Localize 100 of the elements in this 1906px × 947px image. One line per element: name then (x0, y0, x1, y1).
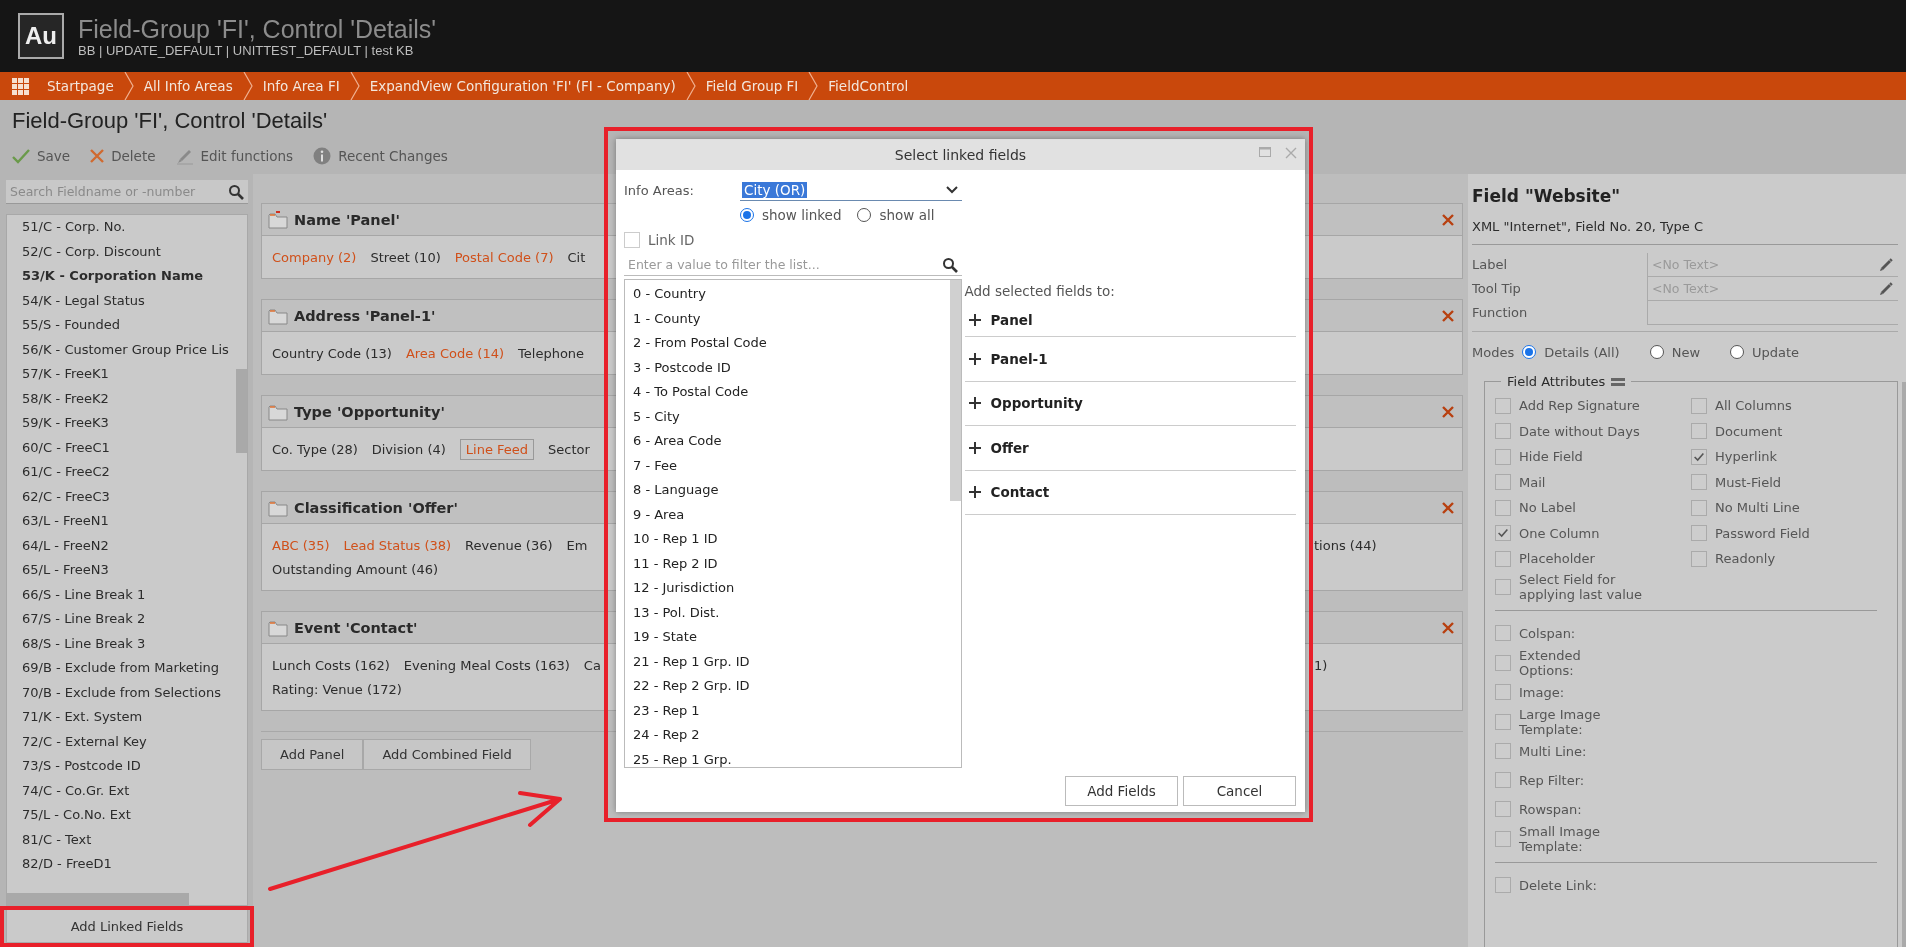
checkbox[interactable] (1495, 743, 1511, 759)
list-item[interactable]: 19 - State (625, 625, 949, 650)
breadcrumb-link[interactable]: FieldControl (826, 78, 911, 94)
list-item[interactable]: 65/L - FreeN3 (7, 558, 235, 583)
field-label[interactable]: Lunch Costs (162) (272, 657, 390, 673)
scrollbar[interactable] (7, 893, 189, 905)
checkbox-label[interactable]: Document (1715, 423, 1845, 439)
checkbox-label[interactable]: All Columns (1715, 398, 1845, 414)
list-item[interactable]: 4 - To Postal Code (625, 380, 949, 405)
list-item[interactable]: 8 - Language (625, 478, 949, 503)
add-linked-fields-button[interactable]: Add Linked Fields (6, 909, 248, 943)
add-button[interactable]: Add Combined Field (363, 739, 531, 770)
list-item[interactable]: 22 - Rep 2 Grp. ID (625, 674, 949, 699)
list-item[interactable]: 54/K - Legal Status (7, 288, 235, 313)
checkbox[interactable] (1691, 448, 1707, 465)
field-label[interactable]: 1) (1314, 657, 1328, 673)
checkbox-label[interactable]: Hyperlink (1715, 449, 1845, 465)
target-panel-item[interactable]: Offer (964, 426, 1296, 471)
apps-icon[interactable] (12, 77, 29, 95)
checkbox[interactable] (1691, 423, 1707, 440)
field-label[interactable]: Rating: Venue (172) (272, 681, 402, 697)
checkbox[interactable] (1495, 550, 1511, 567)
checkbox-label[interactable]: Delete Link: (1519, 877, 1639, 893)
checkbox-label[interactable]: Large Image Template: (1519, 706, 1639, 737)
checkbox[interactable] (1495, 448, 1511, 465)
list-item[interactable]: 72/C - External Key (7, 729, 235, 754)
field-label[interactable]: Division (4) (371, 441, 446, 457)
checkbox-label[interactable]: Rep Filter: (1519, 772, 1639, 788)
toolbar-button[interactable]: Delete (90, 148, 156, 164)
list-item[interactable]: 68/S - Line Break 3 (7, 631, 235, 656)
breadcrumb-link[interactable]: Field Group FI (703, 78, 801, 94)
checkbox-label[interactable]: Mail (1519, 474, 1649, 490)
checkbox-label[interactable]: Image: (1519, 684, 1639, 700)
field-label[interactable]: Co. Type (28) (272, 441, 358, 457)
dialog-button[interactable]: Add Fields (1065, 776, 1178, 806)
scrollbar[interactable] (236, 369, 247, 453)
list-item[interactable]: 53/K - Corporation Name (7, 264, 235, 289)
checkbox[interactable] (1495, 772, 1511, 788)
list-item[interactable]: 62/C - FreeC3 (7, 484, 235, 509)
checkbox-label[interactable]: No Label (1519, 500, 1649, 516)
checkbox-label[interactable]: Must-Field (1715, 474, 1845, 490)
radio-label[interactable]: show all (879, 207, 935, 223)
checkbox[interactable] (1691, 525, 1707, 542)
list-item[interactable]: 13 - Pol. Dist. (625, 600, 949, 625)
scrollbar[interactable] (949, 280, 961, 501)
maximize-icon[interactable] (1259, 147, 1271, 157)
list-item[interactable]: 81/C - Text (7, 827, 235, 852)
radio-button[interactable] (1649, 345, 1664, 359)
radio-button[interactable] (1522, 345, 1537, 359)
checkbox[interactable] (1495, 654, 1511, 671)
list-item[interactable]: 2 - From Postal Code (625, 331, 949, 356)
list-item[interactable]: 63/L - FreeN1 (7, 509, 235, 534)
checkbox-label[interactable]: Date without Days (1519, 423, 1649, 439)
list-item[interactable]: 9 - Area (625, 502, 949, 527)
list-item[interactable]: 74/C - Co.Gr. Ext (7, 778, 235, 803)
close-icon[interactable] (1442, 309, 1454, 322)
field-label[interactable]: Country Code (13) (272, 345, 392, 361)
radio-label[interactable]: show linked (762, 207, 842, 223)
radio-label[interactable]: New (1671, 344, 1701, 360)
checkbox[interactable] (1495, 830, 1511, 847)
checkbox[interactable] (1495, 525, 1511, 542)
scrollbar[interactable] (1902, 382, 1906, 947)
checkbox[interactable] (1495, 474, 1511, 491)
checkbox[interactable] (1691, 550, 1707, 567)
list-item[interactable]: 21 - Rep 1 Grp. ID (625, 649, 949, 674)
radio-button[interactable] (857, 208, 872, 222)
close-icon[interactable] (1442, 213, 1454, 226)
breadcrumb-link[interactable]: Info Area FI (260, 78, 342, 94)
text-field[interactable] (1647, 301, 1898, 325)
checkbox-label[interactable]: Readonly (1715, 551, 1845, 567)
list-item[interactable]: 12 - Jurisdiction (625, 576, 949, 601)
target-panel-item[interactable]: Panel-1 (964, 337, 1296, 382)
list-item[interactable]: 64/L - FreeN2 (7, 533, 235, 558)
checkbox-label[interactable]: One Column (1519, 525, 1649, 541)
bars-icon[interactable] (1611, 377, 1626, 386)
list-item[interactable]: 58/K - FreeK2 (7, 386, 235, 411)
checkbox-label[interactable]: Colspan: (1519, 625, 1639, 641)
list-item[interactable]: 61/C - FreeC2 (7, 460, 235, 485)
list-item[interactable]: 25 - Rep 1 Grp. (625, 747, 949, 767)
checkbox-label[interactable]: Select Field for applying last value (1519, 571, 1649, 602)
checkbox-label[interactable]: Multi Line: (1519, 743, 1639, 759)
checkbox[interactable] (1495, 578, 1511, 595)
field-label[interactable]: Evening Meal Costs (163) (403, 657, 570, 673)
field-label[interactable]: Street (10) (370, 249, 441, 265)
dialog-button[interactable]: Cancel (1183, 776, 1296, 806)
list-item[interactable]: 70/B - Exclude from Selections (7, 680, 235, 705)
list-item[interactable]: 55/S - Founded (7, 313, 235, 338)
toolbar-button[interactable]: Save (12, 148, 71, 164)
radio-label[interactable]: Update (1752, 344, 1800, 360)
radio-button[interactable] (740, 208, 754, 222)
field-label[interactable]: Revenue (36) (465, 537, 553, 553)
radio-button[interactable] (1730, 345, 1745, 359)
list-item[interactable]: 67/S - Line Break 2 (7, 607, 235, 632)
list-item[interactable]: 71/K - Ext. System (7, 705, 235, 730)
checkbox-label[interactable]: No Multi Line (1715, 500, 1845, 516)
checkbox[interactable] (1495, 713, 1511, 730)
checkbox[interactable] (1495, 684, 1511, 700)
list-item[interactable]: 1 - County (625, 306, 949, 331)
checkbox-label[interactable]: Extended Options: (1519, 647, 1639, 678)
list-item[interactable]: 52/C - Corp. Discount (7, 239, 235, 264)
